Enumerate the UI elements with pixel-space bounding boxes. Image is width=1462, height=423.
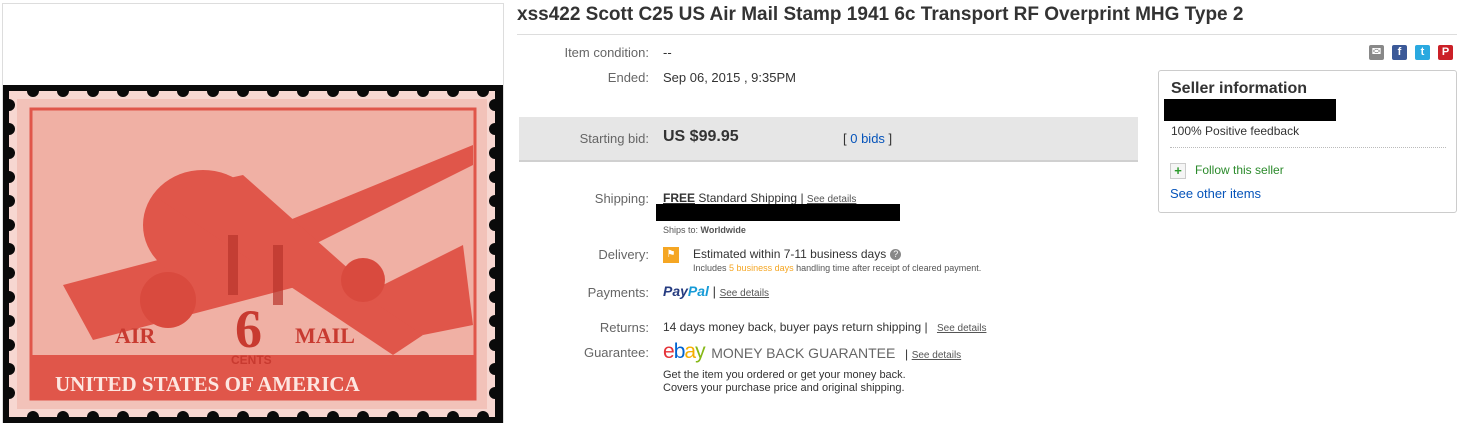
- bid-count-close: ]: [884, 131, 893, 146]
- returns-label: Returns:: [599, 320, 649, 335]
- seller-divider: [1170, 147, 1446, 148]
- delivery-includes-days: 5 business days: [729, 263, 794, 273]
- ships-to-value: Worldwide: [700, 225, 746, 235]
- redacted-seller-name: [1164, 99, 1336, 121]
- delivery-includes-pre: Includes: [693, 263, 727, 273]
- delivery-includes-post: handling time after receipt of cleared p…: [796, 263, 982, 273]
- ended-label: Ended:: [607, 70, 649, 85]
- paypal-logo-pay: Pay: [663, 283, 688, 299]
- ships-to: Ships to: Worldwide: [663, 225, 746, 235]
- payments-label: Payments:: [587, 285, 649, 300]
- shipping-value: FREE Standard Shipping | See details: [663, 191, 856, 205]
- guarantee-sep: |: [904, 347, 909, 361]
- guarantee-value: ebay MONEY BACK GUARANTEE | See details: [663, 340, 961, 364]
- ended-value: Sep 06, 2015 , 9:35PM: [663, 70, 796, 85]
- shipping-sep: |: [800, 191, 804, 205]
- guarantee-line2: Covers your purchase price and original …: [663, 382, 905, 394]
- paypal-logo-pal: Pal: [687, 283, 709, 299]
- seller-feedback: 100% Positive feedback: [1171, 124, 1300, 138]
- stamp-cents-text: CENTS: [231, 353, 272, 367]
- item-title: xss422 Scott C25 US Air Mail Stamp 1941 …: [517, 4, 1244, 25]
- ebay-logo-a: a: [684, 340, 696, 363]
- title-divider: [517, 34, 1457, 35]
- delivery-includes: Includes 5 business days handling time a…: [693, 263, 981, 273]
- email-icon[interactable]: ✉: [1369, 45, 1384, 60]
- payments-sep: |: [712, 284, 716, 299]
- guarantee-see-details-link[interactable]: See details: [912, 350, 961, 361]
- flag-icon: ⚑: [663, 247, 679, 263]
- guarantee-label: Guarantee:: [583, 345, 649, 360]
- starting-bid-price: US $99.95: [663, 128, 739, 145]
- shipping-method: Standard Shipping: [698, 191, 798, 205]
- returns-see-details-link[interactable]: See details: [937, 323, 986, 334]
- returns-text: 14 days money back, buyer pays return sh…: [663, 320, 922, 334]
- money-back-guarantee-text: MONEY BACK GUARANTEE: [711, 345, 896, 361]
- item-image-viewer[interactable]: AIR 6 MAIL CENTS UNITED STATES OF AMERIC…: [2, 3, 504, 423]
- redacted-shipping-info: [656, 204, 900, 221]
- ships-to-label: Ships to:: [663, 225, 699, 235]
- delivery-label: Delivery:: [598, 247, 649, 262]
- stamp-denomination: 6: [235, 299, 262, 359]
- facebook-icon[interactable]: f: [1392, 45, 1407, 60]
- delivery-estimate: Estimated within 7-11 business days?: [693, 247, 902, 261]
- shipping-label: Shipping:: [594, 191, 649, 206]
- shipping-free: FREE: [663, 191, 696, 205]
- plus-icon[interactable]: +: [1170, 163, 1186, 179]
- follow-seller-link[interactable]: Follow this seller: [1195, 163, 1284, 177]
- payments-see-details-link[interactable]: See details: [720, 288, 769, 299]
- ebay-logo-e: e: [663, 340, 675, 363]
- twitter-icon[interactable]: t: [1415, 45, 1430, 60]
- guarantee-line1: Get the item you ordered or get your mon…: [663, 369, 906, 381]
- stamp-air-text: AIR: [115, 323, 156, 348]
- starting-bid-label: Starting bid:: [579, 131, 649, 146]
- ebay-logo-y: y: [695, 340, 705, 363]
- stamp-image[interactable]: AIR 6 MAIL CENTS UNITED STATES OF AMERIC…: [3, 85, 503, 423]
- item-condition-label: Item condition:: [564, 45, 649, 60]
- seller-info-title: Seller information: [1171, 80, 1308, 97]
- returns-sep: |: [924, 320, 928, 334]
- seller-information-panel: Seller information 100% Positive feedbac…: [1158, 70, 1457, 213]
- stamp-mail-text: MAIL: [295, 323, 355, 348]
- pinterest-icon[interactable]: P: [1438, 45, 1453, 60]
- bid-count-link[interactable]: 0 bids: [850, 131, 885, 146]
- ebay-logo-b: b: [673, 340, 686, 363]
- payments-value: PayPal | See details: [663, 283, 769, 299]
- delivery-estimate-text: Estimated within 7-11 business days: [693, 247, 887, 261]
- stamp-country-text: UNITED STATES OF AMERICA: [55, 372, 361, 396]
- returns-value: 14 days money back, buyer pays return sh…: [663, 320, 986, 334]
- item-condition-value: --: [663, 45, 672, 60]
- bid-count: [ 0 bids ]: [843, 131, 892, 146]
- help-icon[interactable]: ?: [890, 249, 902, 261]
- see-other-items-link[interactable]: See other items: [1170, 186, 1261, 201]
